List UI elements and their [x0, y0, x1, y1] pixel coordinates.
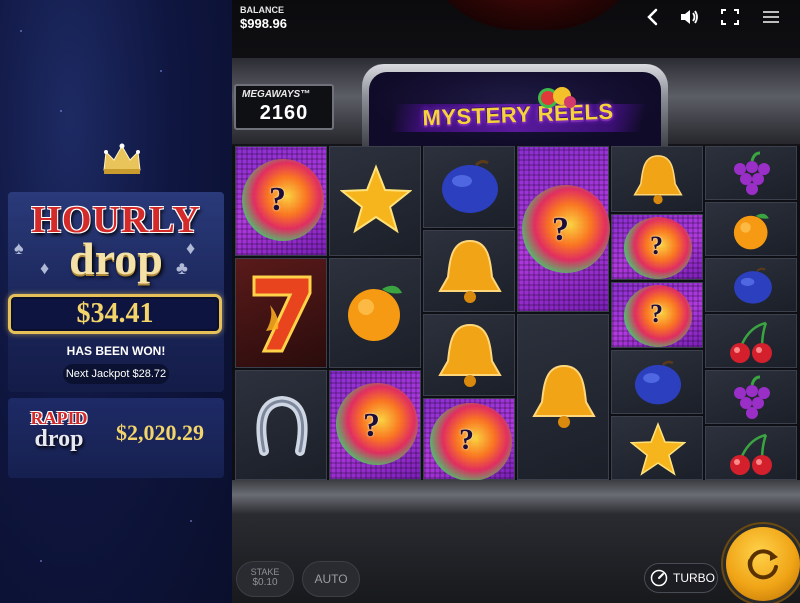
reel-cell-plum — [705, 258, 797, 312]
bell-icon — [438, 323, 502, 387]
plum-icon — [634, 360, 682, 405]
sparkle — [160, 70, 162, 72]
stake-label: STAKE — [250, 567, 280, 577]
reel-cell-cherries — [705, 426, 797, 480]
reel-cell-star — [611, 416, 703, 480]
sparkle — [60, 110, 62, 112]
orange-icon — [733, 213, 769, 250]
turbo-button[interactable]: TURBO — [644, 563, 718, 593]
jackpot-status: HAS BEEN WON! — [66, 344, 166, 358]
mystery-question-mark: ? — [459, 423, 474, 456]
club-icon: ♣ — [176, 258, 188, 278]
reel-cell-bell — [423, 314, 515, 396]
reel-cell-mystery: ? — [611, 214, 703, 280]
reel-grid: ? ? ? ? ? ? — [232, 146, 800, 481]
turbo-gauge-icon — [650, 569, 668, 587]
spin-icon — [747, 549, 778, 580]
top-wheel-decoration — [418, 0, 648, 30]
cherries-icon — [730, 433, 772, 475]
volume-icon[interactable] — [678, 8, 700, 26]
spade-icon: ♠ — [14, 238, 24, 258]
reel-cell-horseshoe — [235, 370, 327, 480]
rapid-drop-box: RAPID drop $2,020.29 — [8, 398, 224, 478]
reel-cell-bell — [423, 230, 515, 312]
reel-cell-bell — [517, 314, 609, 480]
orange-icon — [348, 285, 402, 341]
reel-cell-orange — [705, 202, 797, 256]
bell-icon — [532, 364, 596, 428]
reel-cell-seven — [235, 258, 327, 368]
reel-cell-orange — [329, 258, 421, 368]
rapid-jackpot-amount: $2,020.29 — [116, 420, 204, 445]
megaways-value: 2160 — [259, 102, 309, 124]
back-icon[interactable] — [642, 8, 664, 26]
megaways-counter: MEGAWAYS™ 2160 — [234, 84, 334, 130]
reel-cell-bell — [611, 146, 703, 212]
reel-cell-plum — [611, 350, 703, 414]
megaways-label: MEGAWAYS™ — [242, 89, 311, 100]
mystery-question-mark: ? — [269, 181, 286, 218]
plum-icon — [442, 159, 498, 213]
jackpot-panel: HOURLY drop ♠ ♦ ♦ ♣ $34.41 HAS BEEN WON!… — [0, 0, 232, 603]
hourly-jackpot-amount: $34.41 — [8, 294, 222, 334]
fullscreen-icon[interactable] — [719, 8, 741, 26]
mystery-question-mark: ? — [650, 299, 663, 328]
plum-icon — [734, 267, 772, 304]
reel-cell-mystery: ? — [423, 398, 515, 481]
reel-cell-mystery: ? — [517, 146, 610, 312]
slot-symbols-logo-icon — [538, 87, 576, 108]
mystery-question-mark: ? — [363, 407, 380, 444]
autoplay-button[interactable]: AUTO — [302, 561, 360, 597]
bell-icon — [633, 155, 683, 205]
rapid-drop-subtitle: drop — [34, 426, 84, 452]
sparkle — [190, 520, 192, 522]
sparkle — [20, 30, 22, 32]
cherries-icon — [730, 321, 772, 363]
spin-button[interactable] — [726, 527, 800, 601]
star-icon — [630, 421, 686, 476]
turbo-label: TURBO — [673, 571, 715, 585]
reel-cell-mystery: ? — [329, 370, 421, 480]
game-area: BALANCE $998.96 MYSTERY REELS MEGAWAYS™ … — [232, 0, 800, 603]
diamond-icon: ♦ — [186, 238, 196, 258]
sparkle — [40, 560, 42, 562]
grapes-icon — [734, 151, 770, 195]
hourly-drop-box: HOURLY drop ♠ ♦ ♦ ♣ $34.41 HAS BEEN WON!… — [8, 192, 224, 392]
reel-cell-grapes — [705, 146, 797, 200]
diamond-icon: ♦ — [40, 258, 50, 278]
reel-cell-mystery: ? — [235, 146, 327, 256]
stake-button[interactable]: STAKE $0.10 — [236, 561, 294, 597]
reel-cell-plum — [423, 146, 515, 228]
reel-cell-grapes — [705, 370, 797, 424]
grapes-icon — [734, 375, 770, 419]
balance-value: $998.96 — [240, 16, 287, 31]
mystery-question-mark: ? — [650, 231, 663, 260]
seven-icon — [252, 275, 312, 353]
bell-icon — [438, 239, 502, 303]
star-icon — [340, 164, 412, 234]
reel-cell-star — [329, 146, 421, 256]
mystery-question-mark: ? — [552, 211, 569, 248]
horseshoe-icon — [256, 395, 308, 456]
crown-icon — [103, 143, 141, 174]
stake-value: $0.10 — [252, 577, 278, 588]
next-jackpot-label: Next Jackpot $28.72 — [63, 364, 169, 384]
reel-cell-cherries — [705, 314, 797, 368]
reel-cell-mystery: ? — [611, 282, 703, 348]
balance-label: BALANCE — [240, 5, 284, 15]
menu-icon[interactable] — [760, 8, 782, 26]
